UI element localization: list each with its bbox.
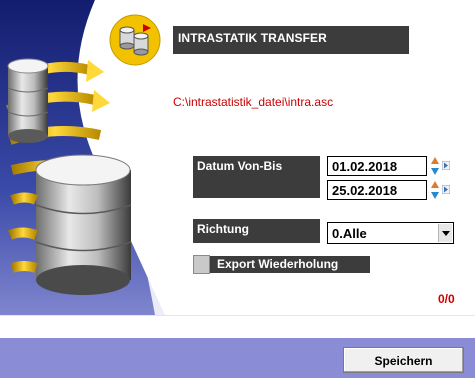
date-range-label: Datum Von-Bis bbox=[193, 156, 320, 198]
date-to-picker-arrow-icon[interactable] bbox=[442, 185, 450, 194]
file-path-label: C:\intrastatistik_datei\intra.asc bbox=[173, 95, 334, 109]
page-title: INTRASTATIK TRANSFER bbox=[173, 26, 409, 54]
date-from-picker-arrow-icon[interactable] bbox=[442, 161, 450, 170]
date-from-input[interactable]: 01.02.2018 bbox=[327, 156, 427, 176]
export-repeat-label: Export Wiederholung bbox=[210, 256, 370, 273]
direction-label: Richtung bbox=[193, 219, 320, 243]
large-database-icon bbox=[35, 154, 132, 295]
export-repeat-checkbox[interactable] bbox=[193, 255, 210, 274]
divider bbox=[0, 315, 475, 316]
direction-selected-value: 0.Alle bbox=[332, 226, 367, 241]
intrastat-dialog: INTRASTATIK TRANSFER C:\intrastatistik_d… bbox=[0, 0, 475, 378]
save-button[interactable]: Speichern bbox=[343, 347, 464, 373]
date-from-spinner-icon[interactable] bbox=[430, 156, 440, 176]
chevron-down-icon[interactable] bbox=[438, 224, 452, 242]
date-to-input[interactable]: 25.02.2018 bbox=[327, 180, 427, 200]
direction-select[interactable]: 0.Alle bbox=[327, 222, 454, 244]
record-counter: 0/0 bbox=[438, 292, 455, 306]
transfer-database-icon bbox=[109, 14, 161, 66]
date-to-spinner-icon[interactable] bbox=[430, 180, 440, 200]
small-database-icon bbox=[7, 58, 49, 143]
